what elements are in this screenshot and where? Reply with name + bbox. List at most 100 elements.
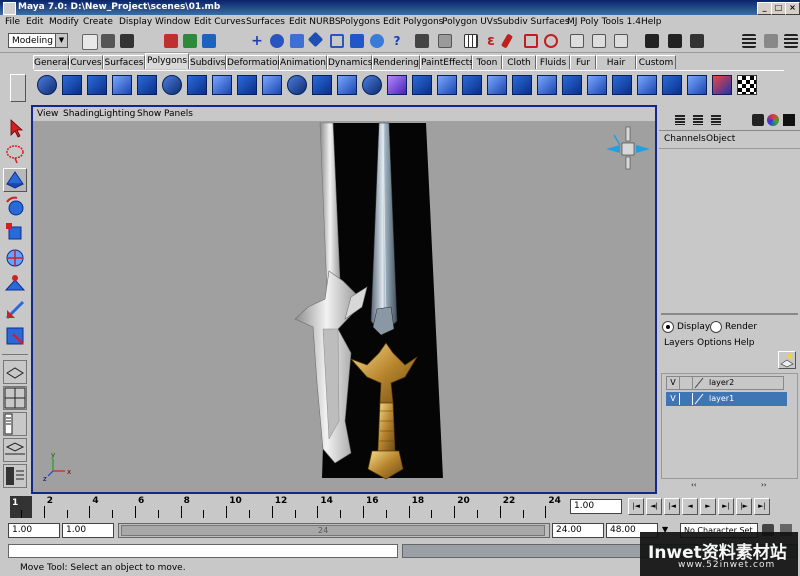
lock-selection-icon[interactable] — [415, 34, 429, 48]
menu-modify[interactable]: Modify — [49, 15, 79, 30]
layer1-name[interactable]: layer1 — [709, 393, 734, 405]
perspective-viewport[interactable]: View Shading Lighting Show Panels x y z — [31, 105, 657, 494]
layer-scrollbar[interactable]: ‹‹ ›› — [661, 481, 798, 492]
layer-menu-layers[interactable]: Layers — [664, 338, 694, 348]
menu-file[interactable]: File — [5, 15, 20, 30]
menu-help[interactable]: Help — [641, 15, 662, 30]
persp-outliner-layout-button[interactable] — [3, 412, 27, 436]
channel-box-menu-channels[interactable]: Channels — [664, 134, 706, 144]
shelf-tab-surfaces[interactable]: Surfaces — [103, 55, 145, 69]
menu-polygons[interactable]: Polygons — [340, 15, 380, 30]
poly-cylinder-icon[interactable] — [87, 75, 107, 95]
four-view-layout-button[interactable] — [3, 386, 27, 410]
rotate-tool-button[interactable] — [3, 194, 27, 218]
play-forwards-button[interactable]: ► — [700, 498, 716, 515]
show-manipulator-button[interactable] — [3, 298, 27, 322]
hypershade-icon[interactable] — [783, 114, 795, 126]
poly-helix-icon[interactable] — [262, 75, 282, 95]
shelf-tab-dynamics[interactable]: Dynamics — [327, 55, 372, 69]
input-history-icon[interactable] — [570, 34, 584, 48]
save-scene-icon[interactable] — [120, 34, 134, 48]
shelf-tab-subdivs[interactable]: Subdivs — [189, 55, 226, 69]
poly-cube-icon[interactable] — [62, 75, 82, 95]
shelf-tab-hair[interactable]: Hair — [596, 55, 636, 69]
menu-edit[interactable]: Edit — [26, 15, 43, 30]
range-slider-track[interactable]: 24 — [118, 523, 550, 538]
poly-sculpt-icon[interactable] — [712, 75, 732, 95]
layer-editor-only-icon[interactable] — [711, 115, 721, 125]
mel-command-input[interactable] — [8, 544, 398, 558]
minimize-button[interactable]: _ — [757, 2, 772, 15]
time-slider[interactable]: 1 2 4 6 8 10 12 14 16 18 20 22 24 1.00 |◄ ◄| |◄ ◄ ►… — [0, 494, 800, 520]
menu-subdiv-surfaces[interactable]: Subdiv Surfaces — [497, 15, 570, 30]
poly-triangulate-icon[interactable] — [637, 75, 657, 95]
layer2-name[interactable]: layer2 — [709, 377, 734, 389]
show-channel-box-icon[interactable] — [784, 34, 798, 48]
viewport-menu-panels[interactable]: Panels — [164, 107, 193, 121]
poly-combine-icon[interactable] — [312, 75, 332, 95]
layer2-color-swatch[interactable] — [693, 377, 705, 389]
shelf-tab-custom[interactable]: Custom — [636, 55, 676, 69]
single-perspective-layout-button[interactable] — [3, 360, 27, 384]
go-to-start-button[interactable]: |◄ — [628, 498, 644, 515]
channel-box-only-icon[interactable] — [675, 115, 685, 125]
render-view-icon[interactable] — [767, 114, 779, 126]
poly-extrude-face-icon[interactable] — [412, 75, 432, 95]
render-layer-radio[interactable] — [710, 321, 722, 333]
step-forward-button[interactable]: |► — [736, 498, 752, 515]
viewport-menu-show[interactable]: Show — [137, 107, 161, 121]
poly-cone-icon[interactable] — [112, 75, 132, 95]
shelf-tab-animation[interactable]: Animation — [279, 55, 327, 69]
open-scene-icon[interactable] — [101, 34, 115, 48]
shelf-tab-fur[interactable]: Fur — [570, 55, 596, 69]
layer2-type-toggle[interactable] — [680, 377, 693, 389]
play-backwards-button[interactable]: ◄ — [682, 498, 698, 515]
snap-to-curve-icon[interactable]: ε — [484, 34, 498, 48]
shelf-tab-polygons[interactable]: Polygons — [145, 53, 189, 69]
shelf-tab-cloth[interactable]: Cloth — [502, 55, 536, 69]
create-layer-button[interactable] — [778, 351, 796, 369]
select-tool-button[interactable] — [3, 116, 27, 140]
snap-to-view-plane-icon[interactable] — [524, 34, 538, 48]
attribute-editor-icon[interactable] — [752, 114, 764, 126]
scroll-left-icon[interactable]: ‹‹ — [691, 481, 697, 489]
ipr-render-icon[interactable] — [668, 34, 682, 48]
poly-subdivide-icon[interactable] — [612, 75, 632, 95]
new-scene-icon[interactable] — [82, 34, 98, 50]
shelf-tab-rendering[interactable]: Rendering — [372, 55, 420, 69]
snap-to-grid-icon[interactable] — [464, 34, 478, 48]
menu-window[interactable]: Window — [155, 15, 191, 30]
select-deformations-icon[interactable] — [330, 34, 344, 48]
shelf-options-button[interactable] — [10, 74, 26, 102]
menu-edit-nurbs[interactable]: Edit NURBS — [289, 15, 341, 30]
poly-prism-icon[interactable] — [187, 75, 207, 95]
layer-row-layer1[interactable]: V layer1 — [666, 392, 787, 406]
poly-extrude-edge-icon[interactable] — [462, 75, 482, 95]
poly-wedge-icon[interactable] — [587, 75, 607, 95]
step-back-button[interactable]: ◄| — [646, 498, 662, 515]
layer1-color-swatch[interactable] — [693, 393, 705, 405]
select-by-object-type-icon[interactable] — [183, 34, 197, 48]
range-slider-thumb[interactable]: 24 — [121, 525, 545, 536]
make-live-icon[interactable] — [544, 34, 558, 48]
start-time-field[interactable]: 1.00 — [8, 523, 60, 538]
universal-manipulator-button[interactable] — [3, 246, 27, 270]
scene-view[interactable]: x y z — [33, 121, 655, 492]
soft-mod-tool-button[interactable] — [3, 272, 27, 296]
scroll-right-icon[interactable]: ›› — [761, 481, 767, 489]
step-forward-key-button[interactable]: ►| — [718, 498, 734, 515]
poly-merge-icon[interactable] — [512, 75, 532, 95]
shelf-tab-curves[interactable]: Curves — [69, 55, 103, 69]
move-tool-button[interactable] — [3, 168, 27, 192]
step-back-key-button[interactable]: |◄ — [664, 498, 680, 515]
select-surfaces-icon[interactable] — [307, 31, 324, 48]
snap-to-point-icon[interactable] — [500, 33, 514, 49]
layer-menu-help[interactable]: Help — [734, 338, 755, 348]
select-by-hierarchy-icon[interactable] — [164, 34, 178, 48]
menu-mj-poly-tools[interactable]: MJ Poly Tools 1.4 — [567, 15, 641, 30]
select-handles-icon[interactable]: + — [250, 34, 264, 48]
render-current-frame-icon[interactable] — [645, 34, 659, 48]
poly-split-icon[interactable] — [437, 75, 457, 95]
last-tool-button[interactable] — [3, 324, 27, 348]
select-joints-icon[interactable] — [270, 34, 284, 48]
